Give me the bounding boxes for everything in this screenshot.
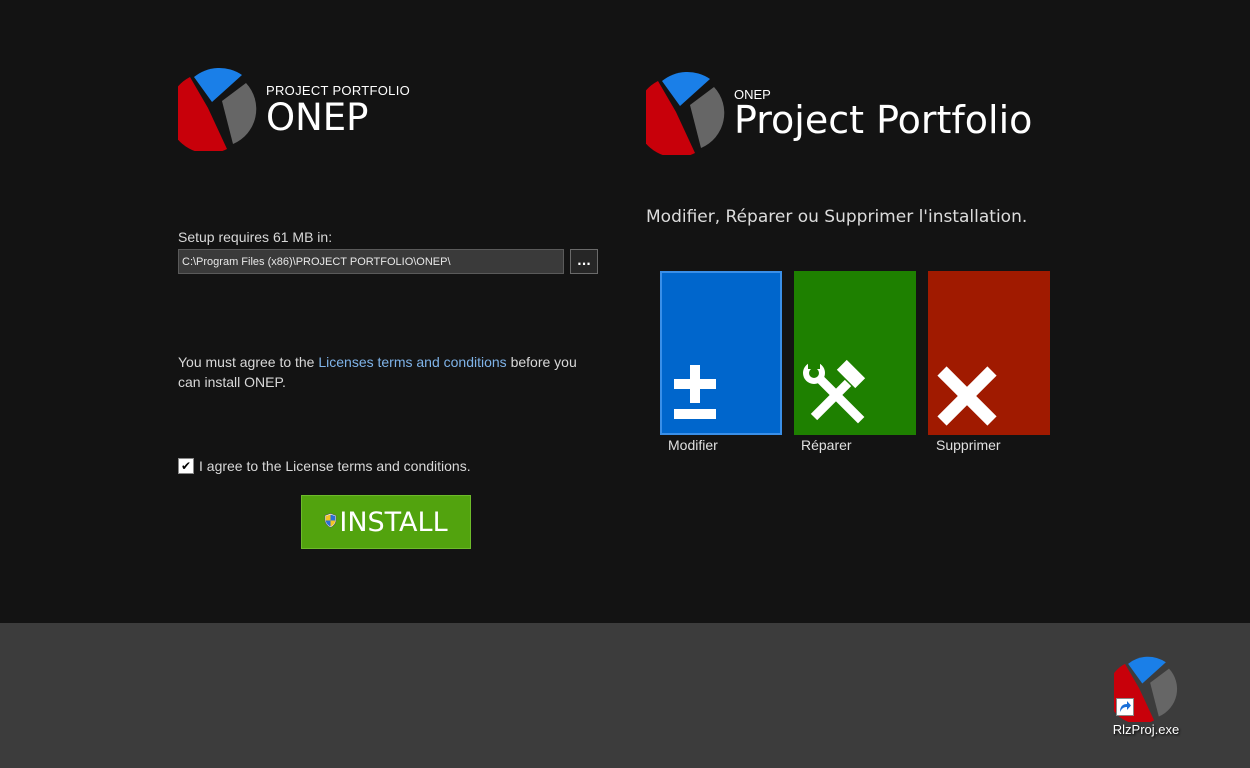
x-icon [937, 366, 997, 426]
install-label: INSTALL [339, 506, 448, 538]
license-prefix: You must agree to the [178, 354, 319, 370]
agree-checkbox-row[interactable]: ✔ I agree to the License terms and condi… [178, 458, 471, 474]
maintenance-subtitle: Modifier, Réparer ou Supprimer l'install… [646, 207, 1028, 227]
shortcut-label: RlzProj.exe [1112, 722, 1180, 737]
brand-title: ONEP [266, 96, 369, 139]
install-button[interactable]: INSTALL [301, 495, 471, 549]
license-link[interactable]: Licenses terms and conditions [318, 354, 506, 370]
brand-title-right: Project Portfolio [734, 98, 1033, 142]
agree-checkbox[interactable]: ✔ [178, 458, 194, 474]
remove-tile[interactable] [928, 271, 1050, 435]
onep-logo-icon [178, 67, 257, 151]
browse-button[interactable]: ... [570, 249, 598, 274]
onep-logo-icon [646, 71, 725, 155]
installer-window: PROJECT PORTFOLIO ONEP Setup requires 61… [0, 0, 1250, 623]
plus-minus-icon [674, 365, 716, 419]
modify-label: Modifier [668, 437, 718, 453]
repair-tile[interactable] [794, 271, 916, 435]
license-notice: You must agree to the Licenses terms and… [178, 352, 598, 392]
remove-label: Supprimer [936, 437, 1001, 453]
install-path-input[interactable] [178, 249, 564, 274]
uac-shield-icon [325, 512, 337, 528]
agree-label[interactable]: I agree to the License terms and conditi… [199, 458, 471, 474]
modify-tile[interactable] [660, 271, 782, 435]
tools-icon [803, 359, 866, 424]
setup-size-label: Setup requires 61 MB in: [178, 229, 333, 245]
repair-label: Réparer [801, 437, 852, 453]
shortcut-arrow-icon [1116, 698, 1134, 716]
